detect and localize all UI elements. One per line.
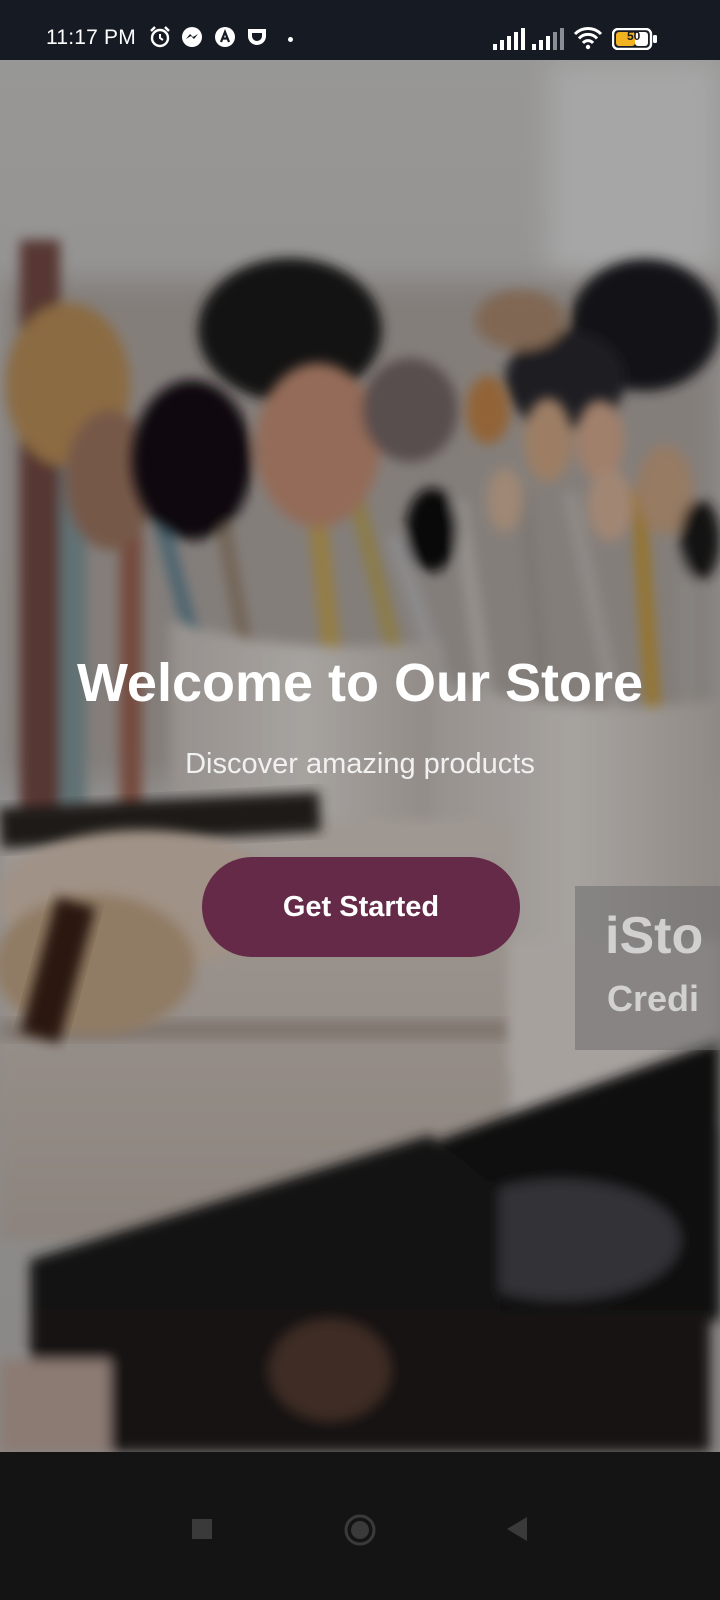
welcome-title: Welcome to Our Store bbox=[76, 653, 644, 713]
battery-level: 50 bbox=[627, 29, 641, 43]
back-triangle-icon[interactable] bbox=[506, 1516, 528, 1547]
get-started-button[interactable]: Get Started bbox=[202, 857, 520, 957]
status-bar: 11:17 PM 50 bbox=[0, 0, 720, 60]
home-circle-icon[interactable] bbox=[344, 1514, 376, 1551]
signal-icon-2 bbox=[532, 28, 564, 55]
app-shield-icon bbox=[245, 25, 269, 54]
watermark-text: iSto bbox=[605, 907, 704, 965]
notification-dot-icon bbox=[288, 37, 293, 42]
welcome-subtitle: Discover amazing products bbox=[185, 748, 535, 780]
istock-watermark: iSto Credi bbox=[575, 886, 720, 1050]
system-navigation-bar bbox=[0, 1452, 720, 1600]
signal-icon bbox=[493, 28, 525, 55]
hero-background: iSto Credi Welcome to Our Store Discover… bbox=[0, 60, 720, 1452]
alarm-icon bbox=[148, 25, 172, 54]
app-a-icon bbox=[213, 25, 237, 54]
messenger-icon bbox=[180, 25, 204, 54]
watermark-sub-text: Credi bbox=[607, 978, 700, 1019]
recents-square-icon[interactable] bbox=[191, 1518, 213, 1545]
status-time: 11:17 PM bbox=[46, 26, 136, 49]
wifi-icon bbox=[573, 26, 603, 55]
screen: 11:17 PM 50 iSto Credi Welcome to Our St… bbox=[0, 0, 720, 1600]
